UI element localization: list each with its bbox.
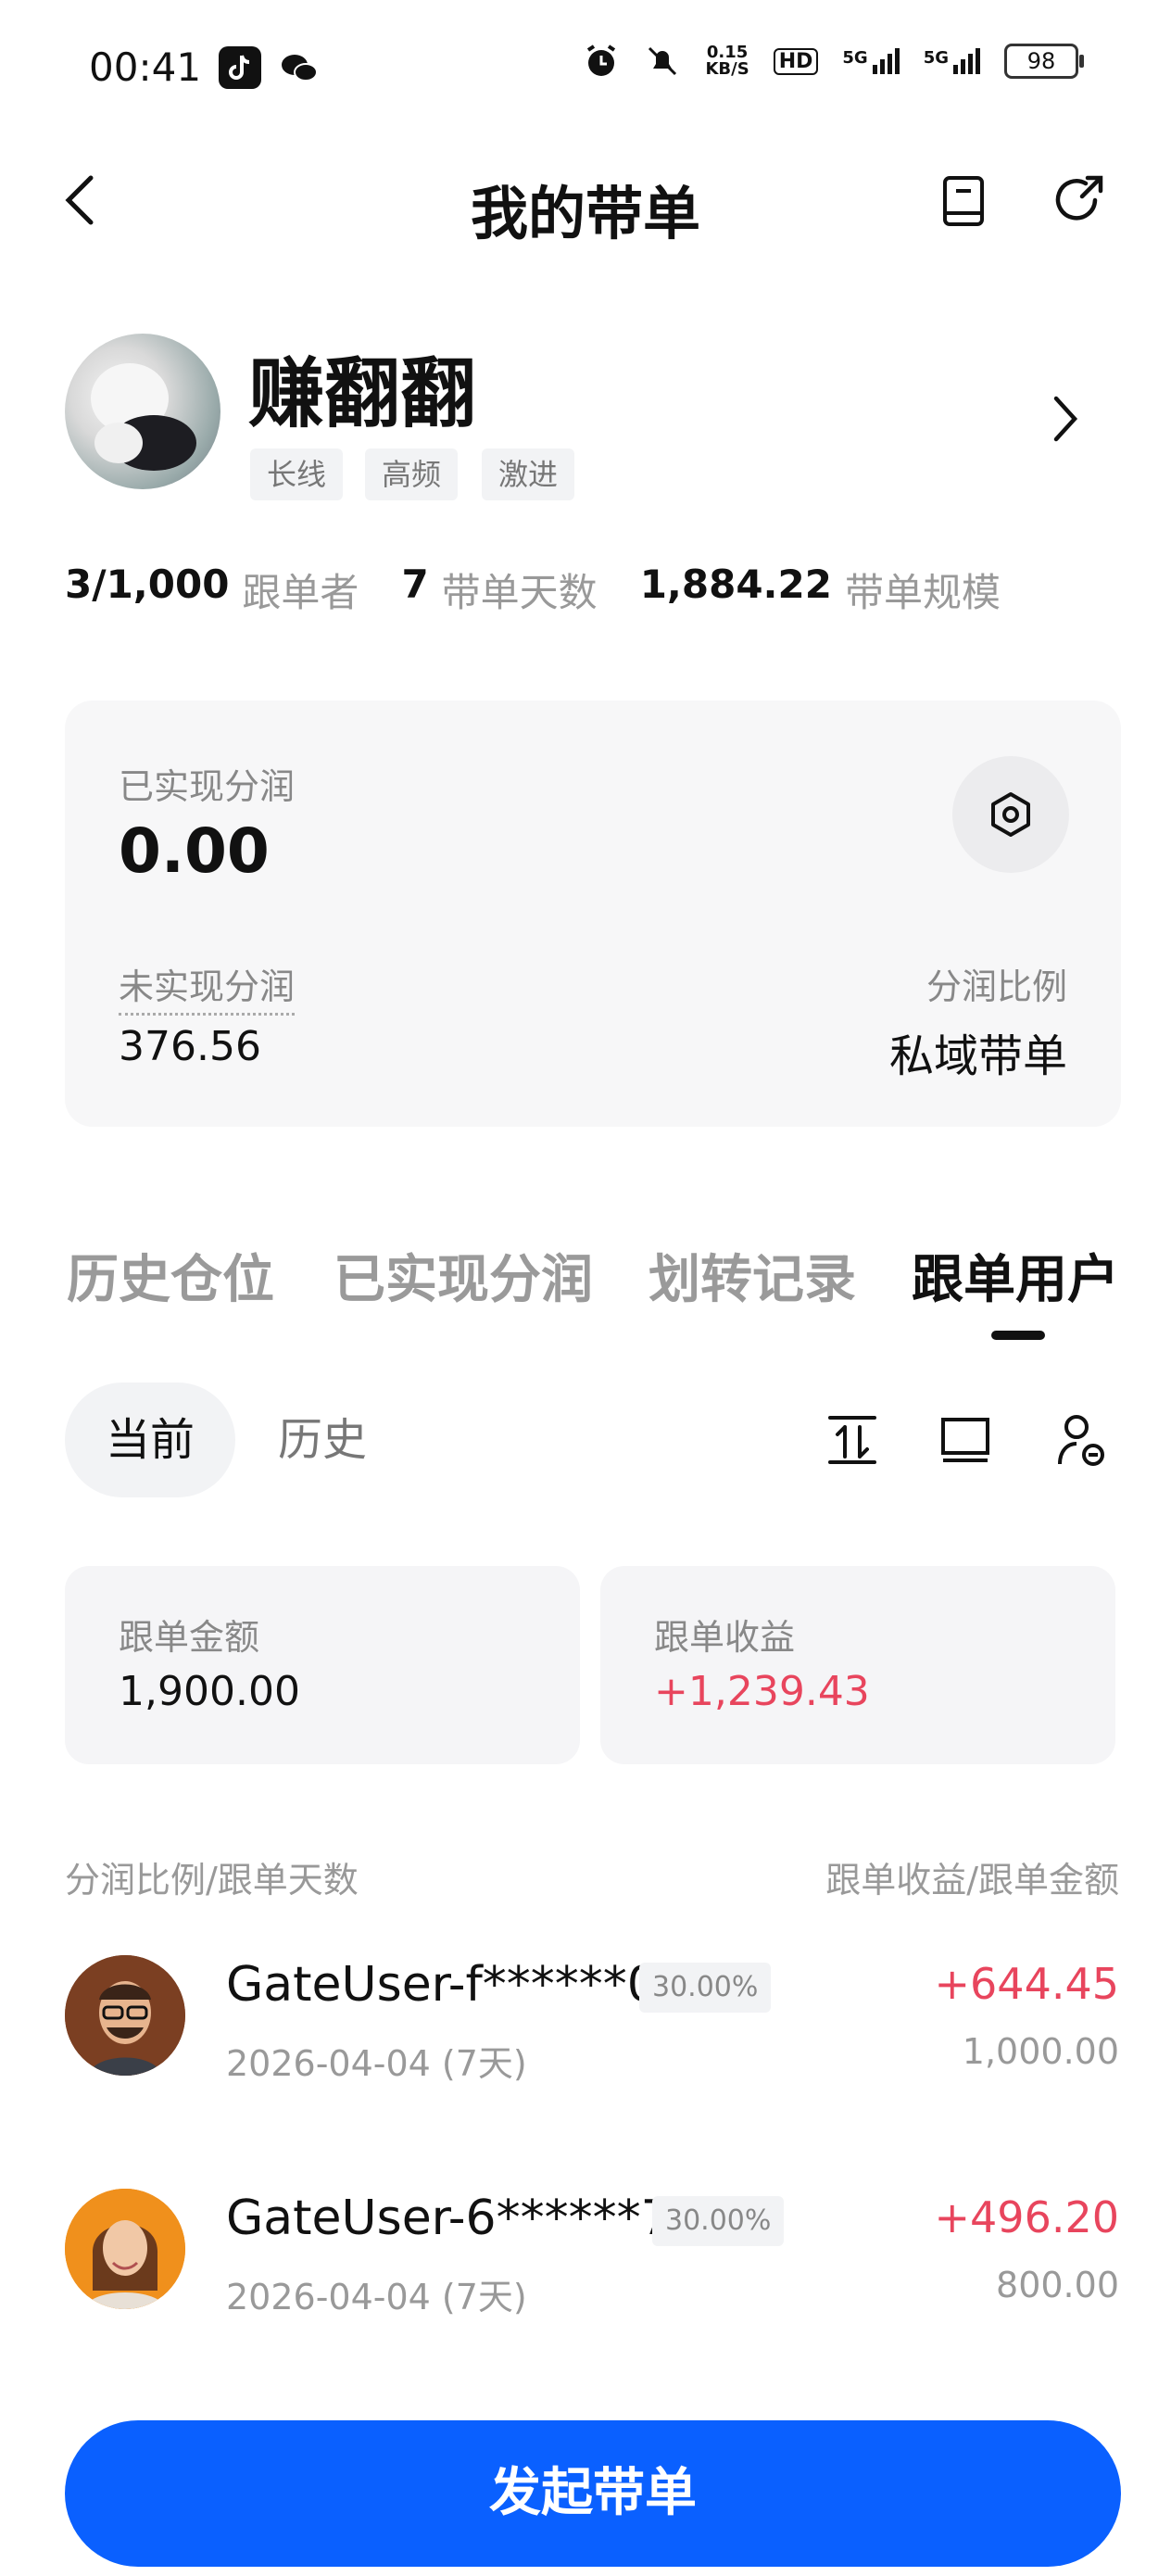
manage-followers-button[interactable] xyxy=(1054,1410,1110,1470)
follower-name: GateUser-f******0 xyxy=(226,1957,658,2013)
tiktok-icon xyxy=(219,46,261,89)
follow-amount-value: 1,900.00 xyxy=(119,1668,300,1715)
share-button[interactable] xyxy=(1051,172,1108,230)
sort-button[interactable] xyxy=(825,1410,880,1470)
signal-icon: 5G xyxy=(842,48,900,74)
monitor-icon xyxy=(941,1418,989,1462)
list-header-right: 跟单收益/跟单金额 xyxy=(825,1860,1119,1900)
follow-amount-label: 跟单金额 xyxy=(119,1617,260,1658)
ratio-badge: 30.00% xyxy=(639,1963,772,2013)
follow-profit-label: 跟单收益 xyxy=(654,1617,796,1658)
style-tag: 激进 xyxy=(482,448,575,500)
ratio-label: 分润比例 xyxy=(925,966,1067,1007)
followers-count: 3/1,000 xyxy=(65,562,230,607)
list-header-left: 分润比例/跟单天数 xyxy=(65,1860,359,1900)
view-toggle-button[interactable] xyxy=(938,1410,993,1470)
aum-value: 1,884.22 xyxy=(639,562,832,607)
trader-name: 赚翻翻 xyxy=(248,350,477,438)
follower-pnl: +496.20 xyxy=(934,2192,1120,2242)
follow-profit-value: +1,239.43 xyxy=(654,1668,870,1715)
page-title: 我的带单 xyxy=(470,180,700,247)
active-tab-indicator xyxy=(991,1331,1045,1340)
unrealized-label[interactable]: 未实现分润 xyxy=(119,958,296,1016)
gear-icon xyxy=(991,792,1030,837)
follow-date: 2026-04-04 (7天) xyxy=(226,2043,527,2084)
tab-followers[interactable]: 跟单用户 xyxy=(912,1238,1119,1313)
chevron-right-icon xyxy=(1053,396,1078,442)
style-tag: 高频 xyxy=(365,448,459,500)
wechat-icon xyxy=(278,46,321,89)
share-icon xyxy=(1055,175,1103,221)
profit-share-card: 已实现分润 0.00 未实现分润 376.56 分润比例 私域带单 xyxy=(65,701,1121,1127)
follower-name: GateUser-6******7 xyxy=(226,2191,672,2246)
avatar[interactable] xyxy=(65,334,220,489)
tab-history-positions[interactable]: 历史仓位 xyxy=(67,1238,274,1313)
list-item[interactable]: GateUser-6******7 30.00% 2026-04-04 (7天)… xyxy=(0,2189,1171,2374)
mute-icon xyxy=(648,46,677,76)
realized-label: 已实现分润 xyxy=(119,766,296,807)
alarm-icon xyxy=(587,44,616,76)
days-count: 7 xyxy=(401,562,429,607)
list-item[interactable]: GateUser-f******0 30.00% 2026-04-04 (7天)… xyxy=(0,1955,1171,2140)
follow-date: 2026-04-04 (7天) xyxy=(226,2277,527,2317)
ratio-value: 私域带单 xyxy=(888,1030,1067,1082)
net-speed: 0.15 KB/S xyxy=(705,43,749,79)
start-copy-trading-button[interactable]: 发起带单 xyxy=(65,2420,1121,2567)
tab-transfer-records[interactable]: 划转记录 xyxy=(648,1238,856,1313)
unrealized-value: 376.56 xyxy=(119,1023,261,1070)
battery-indicator: 98 xyxy=(1004,44,1084,79)
status-right: 0.15 KB/S HD 5G 5G 98 xyxy=(583,43,1084,80)
follower-amount: 1,000.00 xyxy=(962,2031,1119,2072)
tab-realized-profit[interactable]: 已实现分润 xyxy=(334,1238,593,1313)
avatar xyxy=(65,2189,185,2309)
sort-icon xyxy=(828,1416,876,1464)
stats-row: 3/1,000 跟单者 7 带单天数 1,884.22 带单规模 xyxy=(65,562,1001,618)
style-tag: 长线 xyxy=(250,448,344,500)
aum-label: 带单规模 xyxy=(844,570,1001,615)
avatar xyxy=(65,1955,185,2076)
status-time: 00:41 xyxy=(89,44,202,90)
subtab-history[interactable]: 历史 xyxy=(278,1383,367,1497)
ratio-badge: 30.00% xyxy=(652,2196,785,2246)
follower-pnl: +644.45 xyxy=(934,1959,1120,2009)
subtab-current[interactable]: 当前 xyxy=(65,1383,235,1497)
user-remove-icon xyxy=(1058,1415,1104,1466)
follow-profit-card: 跟单收益 +1,239.43 xyxy=(600,1566,1115,1764)
days-label: 带单天数 xyxy=(441,570,598,615)
realized-value: 0.00 xyxy=(119,815,270,887)
follow-amount-card: 跟单金额 1,900.00 xyxy=(65,1566,580,1764)
followers-label: 跟单者 xyxy=(242,570,359,615)
guide-book-button[interactable] xyxy=(936,172,993,230)
follower-amount: 800.00 xyxy=(996,2265,1119,2305)
book-icon xyxy=(943,176,984,226)
hd-badge: HD xyxy=(773,47,819,75)
signal-icon-2: 5G xyxy=(924,48,980,74)
settings-button[interactable] xyxy=(952,756,1069,873)
profile-detail-button[interactable] xyxy=(1049,393,1082,445)
